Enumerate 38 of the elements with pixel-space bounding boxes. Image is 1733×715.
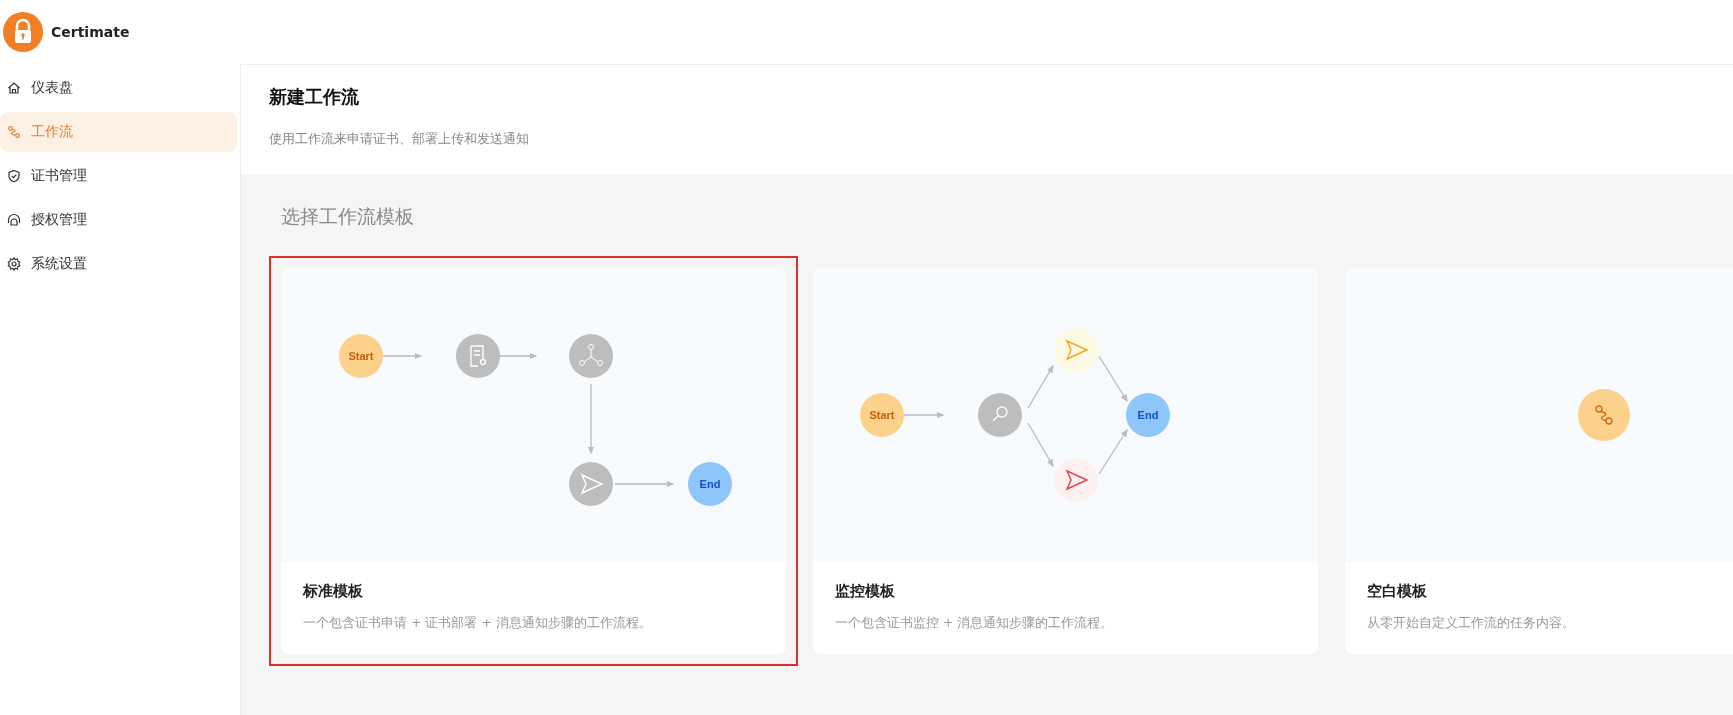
send-icon <box>1054 458 1098 502</box>
sidebar-item[interactable]: 证书管理 <box>0 156 237 196</box>
template-description: 从零开始自定义工作流的任务内容。 <box>1367 615 1576 632</box>
arrow <box>1027 364 1054 409</box>
template-title: 标准模板 <box>303 582 364 601</box>
arrow <box>498 352 538 360</box>
section-title: 选择工作流模板 <box>281 204 415 229</box>
arrow <box>1027 422 1054 468</box>
arrow <box>614 480 675 488</box>
settings-icon <box>7 257 21 271</box>
arrow <box>587 383 595 455</box>
certificate-icon <box>456 334 500 378</box>
template-title: 空白模板 <box>1367 582 1428 601</box>
sidebar-item[interactable]: 授权管理 <box>0 200 237 240</box>
search-icon <box>978 393 1022 437</box>
app-name: Certimate <box>51 24 130 40</box>
arrow <box>903 411 945 419</box>
end-node: End <box>1126 393 1170 437</box>
home-icon <box>7 81 21 95</box>
end-node: End <box>688 462 732 506</box>
start-node: Start <box>860 393 904 437</box>
start-node: Start <box>339 334 383 378</box>
route-icon <box>7 125 21 139</box>
send-icon <box>1054 328 1098 372</box>
template-title: 监控模板 <box>835 582 896 601</box>
sidebar-item[interactable]: 系统设置 <box>0 244 237 284</box>
network-icon <box>569 334 613 378</box>
route-icon <box>1578 389 1630 441</box>
page-title: 新建工作流 <box>269 85 360 109</box>
arrow <box>1098 428 1128 475</box>
arrow <box>382 352 423 360</box>
shield-check-icon <box>7 169 21 183</box>
sidebar-item[interactable]: 仪表盘 <box>0 68 237 108</box>
lock-logo-icon <box>3 12 43 52</box>
template-card[interactable]: 空白模板 从零开始自定义工作流的任务内容。 <box>1345 268 1733 654</box>
arrow <box>1098 355 1128 403</box>
send-icon <box>569 462 613 506</box>
page-subtitle: 使用工作流来申请证书、部署上传和发送通知 <box>269 131 530 148</box>
